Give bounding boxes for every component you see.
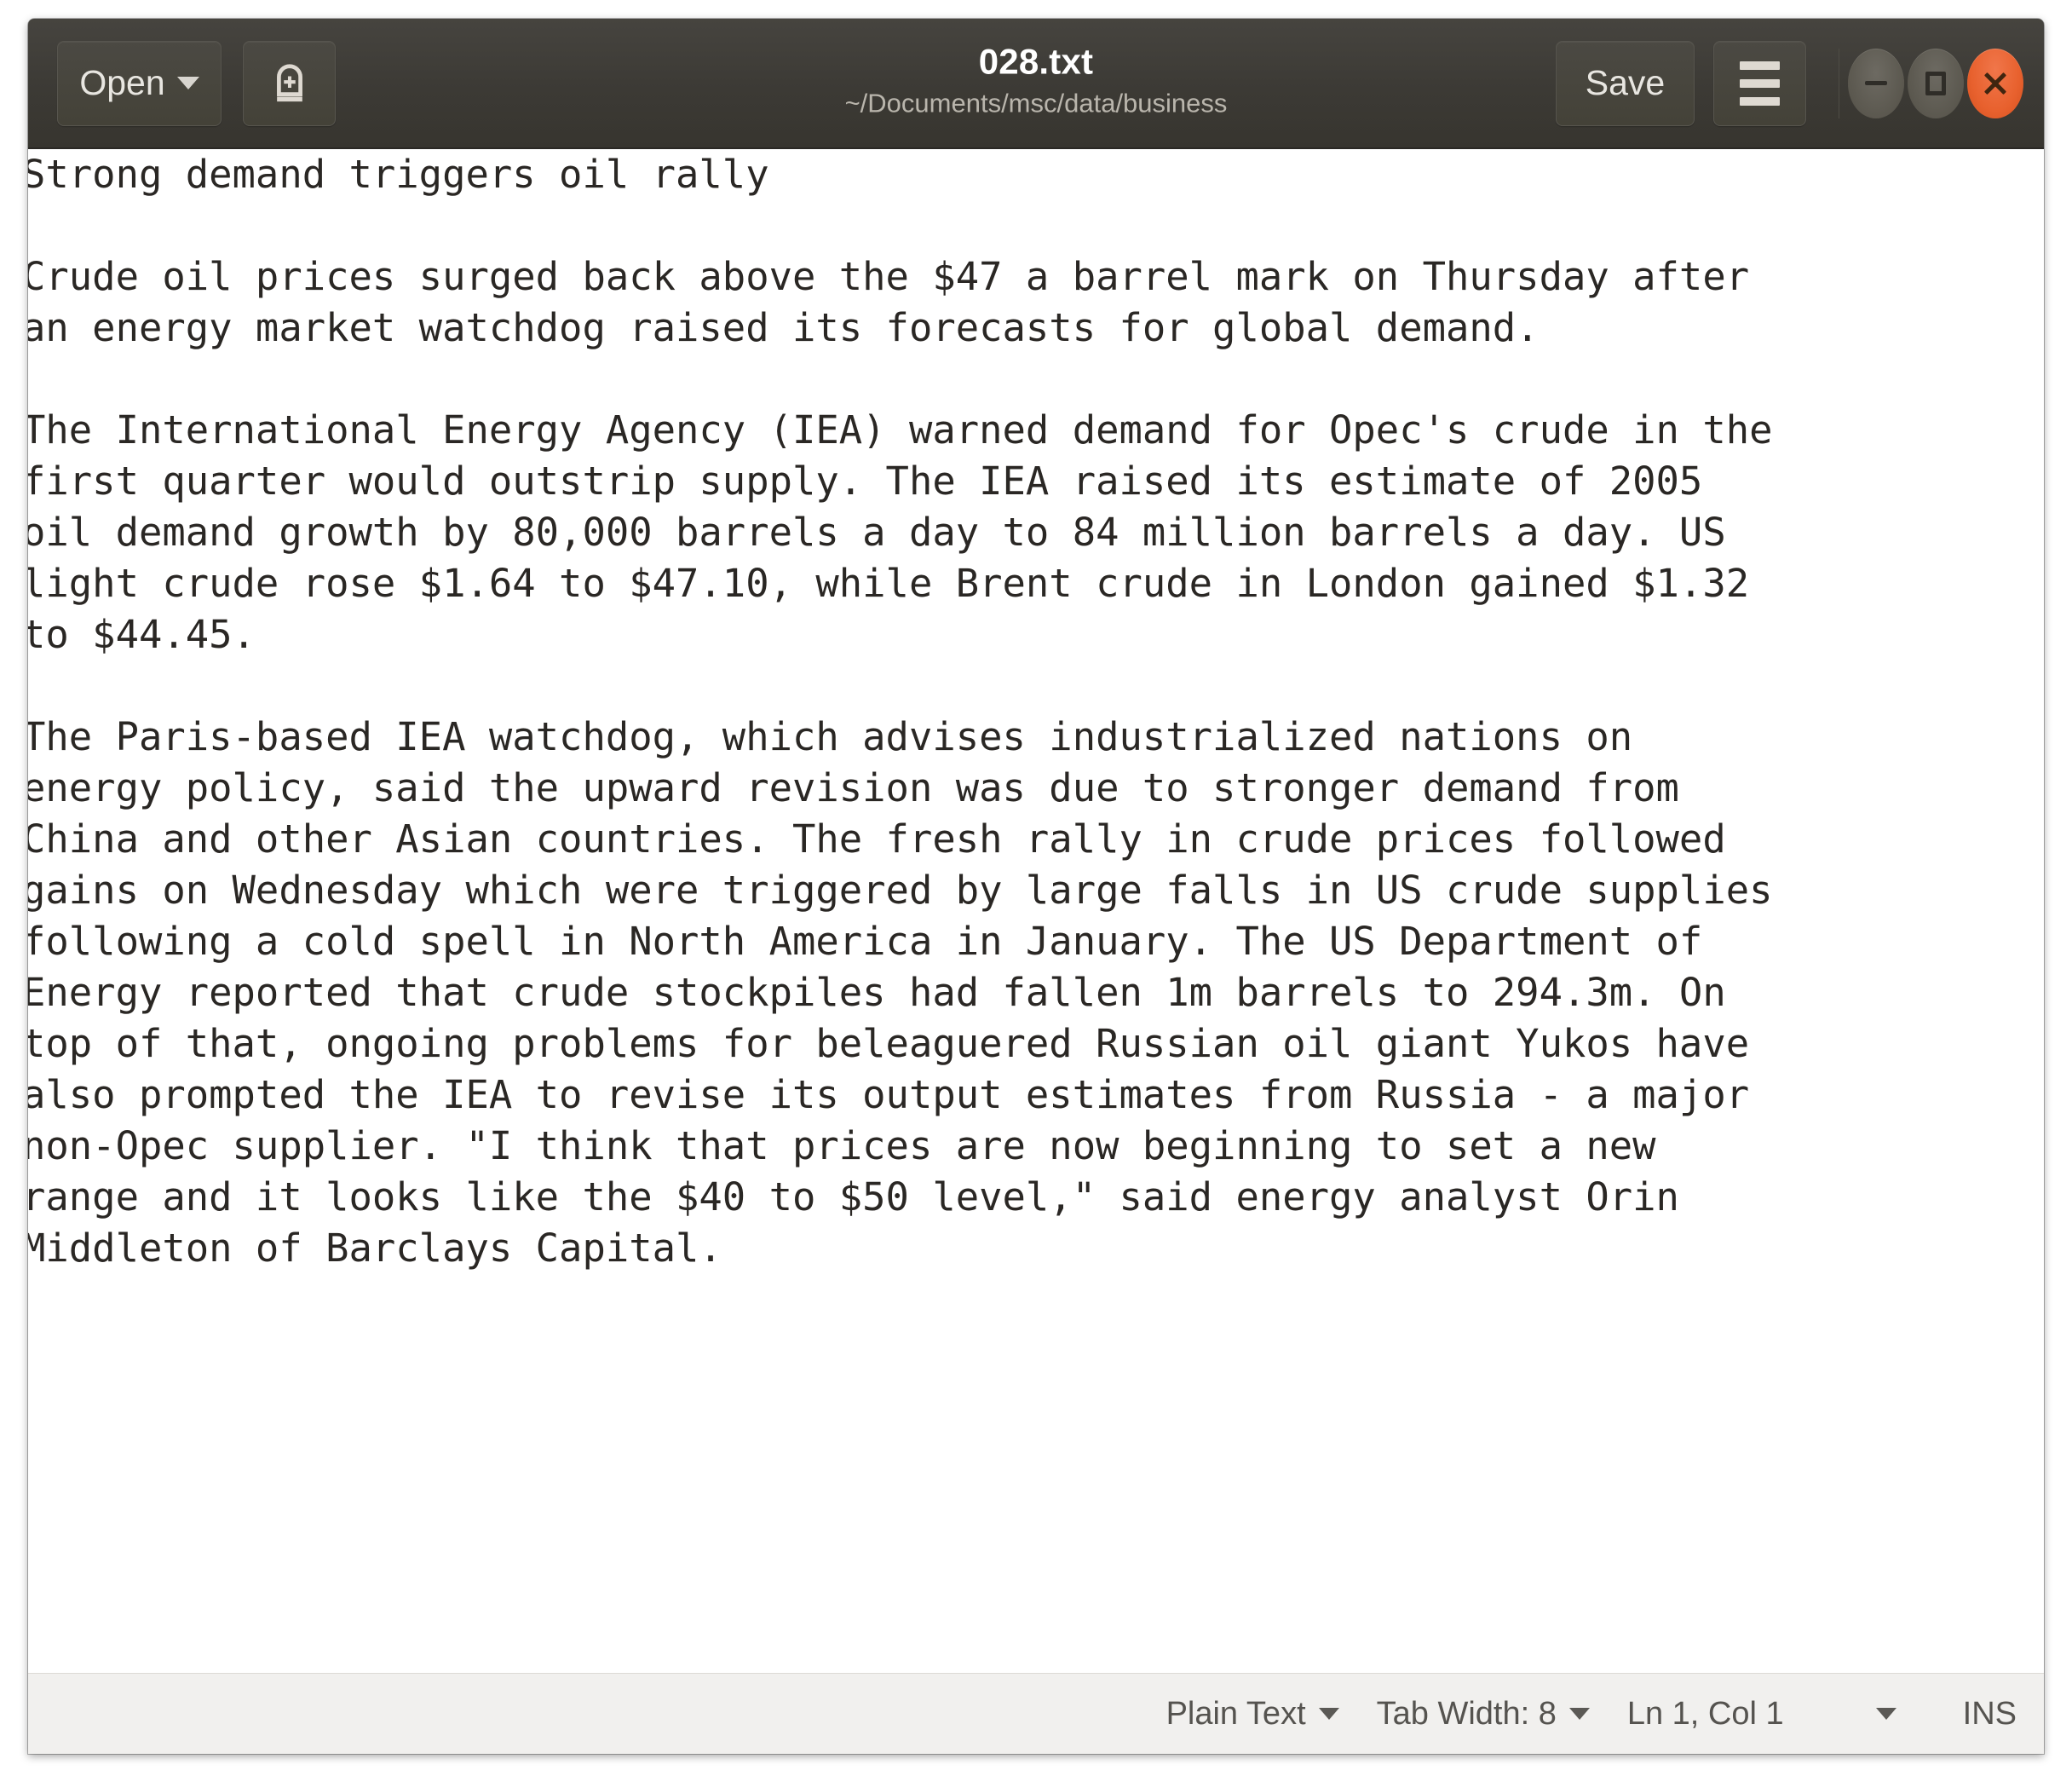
insert-mode-indicator[interactable]: INS <box>1937 1698 2022 1730</box>
new-document-button[interactable] <box>243 40 336 126</box>
chevron-down-icon <box>1318 1708 1339 1720</box>
hamburger-menu-icon <box>1740 61 1780 70</box>
cursor-position-label: Ln 1, Col 1 <box>1626 1696 1784 1732</box>
minimize-icon <box>1865 81 1887 85</box>
chevron-down-icon <box>176 77 199 89</box>
open-button[interactable]: Open <box>57 40 222 126</box>
document-content-text: Strong demand triggers oil rally Crude o… <box>28 152 1773 1271</box>
maximize-icon <box>1925 71 1946 95</box>
maximize-button[interactable] <box>1908 48 1964 118</box>
window-controls <box>1839 48 2023 118</box>
hamburger-menu-icon-line <box>1740 96 1780 106</box>
tab-width-selector[interactable]: Tab Width: 8 <box>1358 1698 1609 1730</box>
insert-mode-label: INS <box>1962 1696 2017 1732</box>
cursor-position: Ln 1, Col 1 <box>1609 1698 1835 1730</box>
save-button-label: Save <box>1585 63 1666 102</box>
titlebar: Open 028.txt ~/Documents/msc/data/busine… <box>28 19 2044 149</box>
save-button[interactable]: Save <box>1556 40 1695 126</box>
goto-line-dropdown[interactable] <box>1835 1708 1937 1720</box>
language-selector[interactable]: Plain Text <box>1148 1698 1358 1730</box>
new-document-icon <box>276 63 302 101</box>
hamburger-menu-button[interactable] <box>1713 40 1806 126</box>
chevron-down-icon <box>1568 1708 1590 1720</box>
language-label: Plain Text <box>1166 1696 1306 1732</box>
tab-width-label: Tab Width: 8 <box>1376 1696 1557 1732</box>
text-editor-window: Open 028.txt ~/Documents/msc/data/busine… <box>28 19 2044 1754</box>
open-button-label: Open <box>79 63 165 102</box>
titlebar-right-group: Save <box>1556 40 2023 126</box>
close-icon <box>1983 71 2008 96</box>
chevron-down-icon <box>1875 1708 1896 1720</box>
close-button[interactable] <box>1967 48 2023 118</box>
hamburger-menu-icon-line <box>1740 78 1780 88</box>
statusbar: Plain Text Tab Width: 8 Ln 1, Col 1 INS <box>28 1673 2044 1754</box>
document-content[interactable]: Strong demand triggers oil rally Crude o… <box>28 149 2044 1274</box>
minimize-button[interactable] <box>1848 48 1904 118</box>
text-edit-area[interactable]: Strong demand triggers oil rally Crude o… <box>28 149 2044 1673</box>
